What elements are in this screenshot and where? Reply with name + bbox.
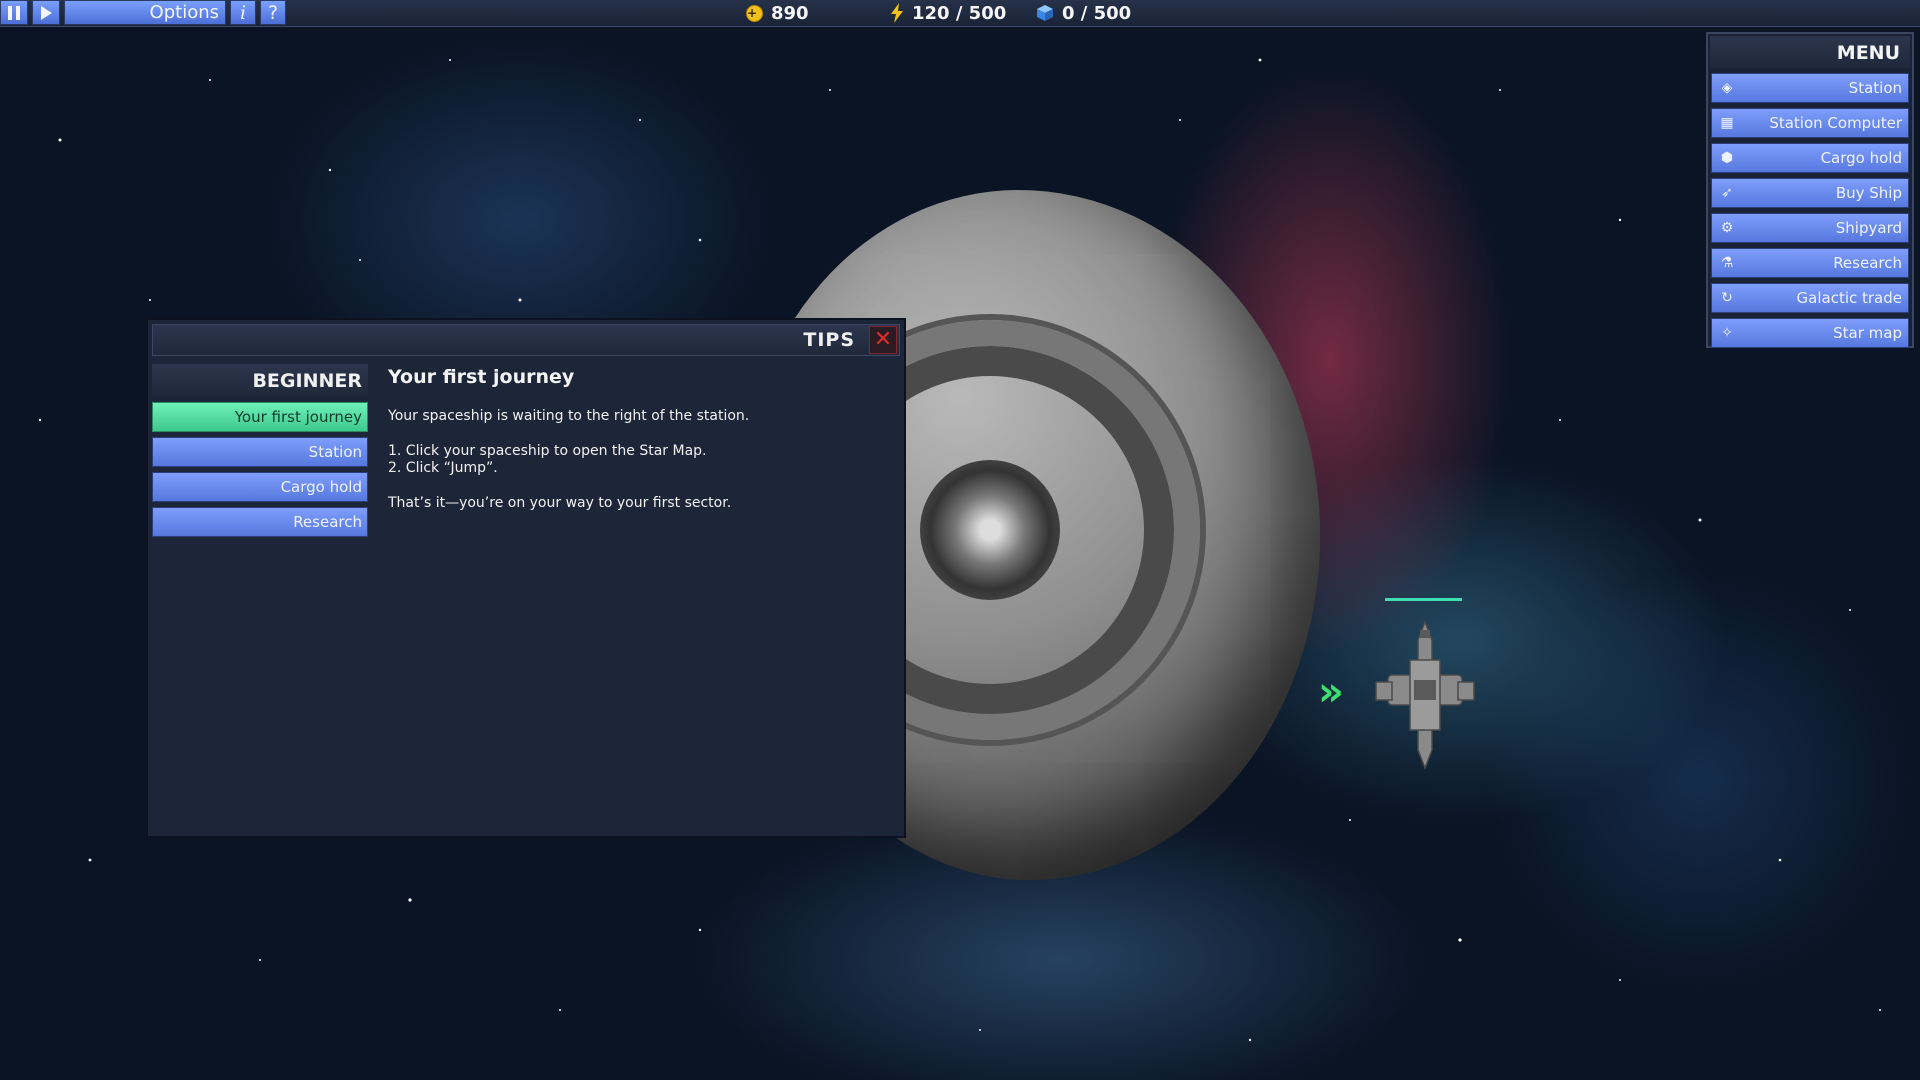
ship-pointer-arrow-icon: » — [1318, 669, 1344, 715]
cargo-cube-icon — [1037, 5, 1053, 21]
menu-item-label: Shipyard — [1835, 219, 1902, 237]
main-menu: MENU ◈ Station ▦ Station Computer ⬢ Carg… — [1706, 32, 1914, 348]
help-button[interactable]: ? — [260, 0, 286, 25]
lightning-icon — [891, 3, 903, 23]
menu-title: MENU — [1710, 36, 1910, 68]
menu-item-label: Station — [1848, 79, 1902, 97]
tip-item-your-first-journey[interactable]: Your first journey — [152, 402, 368, 432]
rocket-icon: ➶ — [1721, 185, 1733, 201]
menu-item-shipyard[interactable]: ⚙ Shipyard — [1711, 213, 1909, 243]
tip-body: Your spaceship is waiting to the right o… — [388, 408, 888, 512]
pause-button[interactable] — [0, 0, 28, 25]
energy-display: 120 / 500 — [890, 2, 1006, 24]
menu-item-buy-ship[interactable]: ➶ Buy Ship — [1711, 178, 1909, 208]
cargo-display: 0 / 500 — [1036, 2, 1131, 24]
tip-paragraph: Your spaceship is waiting to the right o… — [388, 408, 750, 424]
tips-panel: TIPS ✕ BEGINNER Your first journey Stati… — [146, 318, 906, 838]
menu-item-star-map[interactable]: ✧ Star map — [1711, 318, 1909, 348]
gear-icon: ⚙ — [1720, 220, 1734, 236]
tip-item-station[interactable]: Station — [152, 437, 368, 467]
menu-item-label: Station Computer — [1769, 114, 1902, 132]
play-icon — [41, 5, 52, 20]
tip-item-cargo-hold[interactable]: Cargo hold — [152, 472, 368, 502]
tip-paragraph: That’s it—you’re on your way to your fir… — [388, 494, 732, 511]
menu-item-cargo-hold[interactable]: ⬢ Cargo hold — [1711, 143, 1909, 173]
close-button[interactable]: ✕ — [869, 326, 897, 354]
menu-item-station-computer[interactable]: ▦ Station Computer — [1711, 108, 1909, 138]
station-hub — [920, 460, 1060, 600]
menu-item-galactic-trade[interactable]: ↻ Galactic trade — [1711, 283, 1909, 313]
tips-title: TIPS — [803, 329, 855, 351]
refresh-icon: ↻ — [1721, 290, 1733, 306]
menu-item-research[interactable]: ⚗ Research — [1711, 248, 1909, 278]
cube-icon: ⬢ — [1720, 150, 1734, 166]
menu-item-station[interactable]: ◈ Station — [1711, 73, 1909, 103]
close-icon: ✕ — [873, 327, 893, 352]
energy-value: 120 / 500 — [912, 2, 1007, 24]
tip-heading: Your first journey — [388, 366, 575, 388]
menu-item-label: Galactic trade — [1796, 289, 1902, 307]
player-spaceship[interactable] — [1370, 620, 1480, 770]
star-map-icon: ✧ — [1721, 325, 1733, 341]
play-button[interactable] — [32, 0, 60, 25]
category-title: BEGINNER — [152, 364, 368, 396]
info-button[interactable]: i — [230, 0, 256, 25]
tip-step: 2. Click “Jump”. — [388, 460, 498, 476]
tip-item-research[interactable]: Research — [152, 507, 368, 537]
menu-item-label: Star map — [1833, 324, 1902, 342]
cargo-value: 0 / 500 — [1062, 2, 1132, 24]
pause-icon — [8, 5, 20, 20]
station-icon: ◈ — [1721, 80, 1733, 96]
options-button[interactable]: Options — [64, 0, 226, 25]
ship-health-bar — [1385, 598, 1462, 601]
tip-step: 1. Click your spaceship to open the Star… — [388, 442, 707, 459]
flask-icon: ⚗ — [1720, 255, 1734, 271]
computer-icon: ▦ — [1720, 115, 1734, 131]
credits-display: + 890 — [746, 2, 809, 24]
menu-item-label: Cargo hold — [1820, 149, 1902, 167]
credit-coin-icon: + — [746, 4, 763, 22]
menu-item-label: Buy Ship — [1835, 184, 1902, 202]
menu-item-label: Research — [1833, 254, 1902, 272]
top-bar: Options i ? + 890 120 / 500 0 / 500 — [0, 0, 1920, 27]
tips-header: TIPS ✕ — [152, 324, 900, 356]
credits-value: 890 — [771, 2, 809, 24]
